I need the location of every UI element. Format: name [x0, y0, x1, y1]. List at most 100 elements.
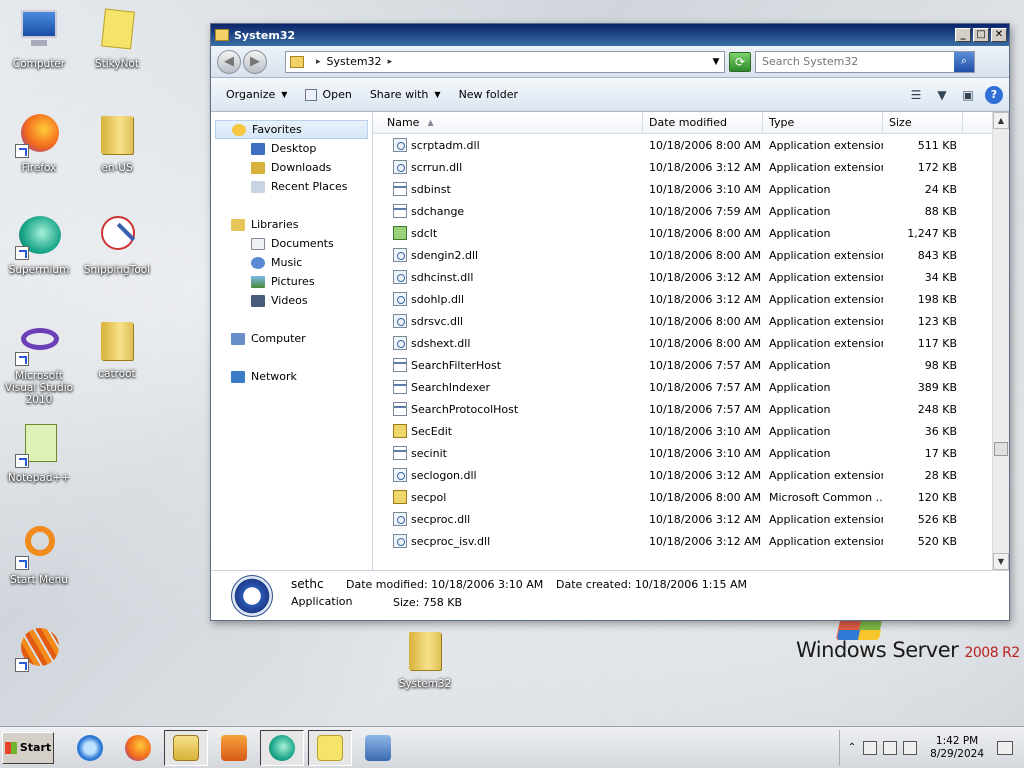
close-button[interactable]: ✕	[991, 28, 1007, 42]
file-row[interactable]: SecEdit 10/18/2006 3:10 AM Application 36 K…	[373, 420, 1009, 442]
share-with-button[interactable]: Share with ▼	[361, 85, 450, 104]
address-bar[interactable]: ▸ System32 ▸ ▼	[285, 50, 725, 73]
desktop-icon-label: Firefox	[21, 162, 57, 174]
preview-pane-icon[interactable]: ▣	[957, 85, 979, 105]
desktop-icon-firefox[interactable]: Firefox	[0, 110, 78, 174]
help-icon[interactable]: ?	[985, 85, 1003, 104]
nav-item-libraries[interactable]: Libraries	[211, 215, 372, 234]
file-row[interactable]: sdchange 10/18/2006 7:59 AM Application 88 …	[373, 200, 1009, 222]
file-row[interactable]: secproc_ssp.dll10/18/2006 3:12 AMApplica…	[373, 552, 1009, 554]
nav-item-desktop[interactable]: Desktop	[211, 139, 372, 158]
desktop-icon-start-menu[interactable]: Start Menu	[0, 522, 78, 586]
file-date: 10/18/2006 3:12 AM	[649, 292, 762, 306]
taskbar-stikynot-button[interactable]	[308, 729, 352, 766]
desktop-icon-app[interactable]	[0, 624, 78, 676]
file-row[interactable]: secproc_isv.dll 10/18/2006 3:12 AM Applica…	[373, 530, 1009, 552]
file-date: 10/18/2006 8:00 AM	[649, 138, 762, 152]
desktop-icon-notepad-plus[interactable]: Notepad++	[0, 420, 78, 484]
file-row[interactable]: sdhcinst.dll 10/18/2006 3:12 AM Applicatio…	[373, 266, 1009, 288]
explorer-window[interactable]: System32 _ □ ✕ ◀ ▶ ▸ System32 ▸ ▼ ⟳ ⌕ Or…	[210, 23, 1010, 621]
taskbar-supermium-button[interactable]	[260, 729, 304, 766]
desktop-icon-en-us[interactable]: en-US	[78, 110, 156, 174]
file-row[interactable]: sdclt 10/18/2006 8:00 AM Application 1,247 …	[373, 222, 1009, 244]
taskbar-explorer-button[interactable]	[164, 729, 208, 766]
desktop-icon-catroot[interactable]: catroot	[78, 316, 156, 380]
nav-item-pictures[interactable]: Pictures	[211, 272, 372, 291]
file-list[interactable]: Name ▲ Date modified Type Size scrptadm.d…	[373, 112, 1009, 570]
column-headers: Name ▲ Date modified Type Size	[373, 112, 1009, 134]
column-header-date[interactable]: Date modified	[643, 112, 763, 133]
file-row[interactable]: sdengin2.dll 10/18/2006 8:00 AM Applicatio…	[373, 244, 1009, 266]
scroll-thumb[interactable]	[994, 442, 1008, 456]
chevron-right-icon[interactable]: ▸	[316, 57, 321, 67]
taskbar-ie-button[interactable]	[68, 730, 112, 766]
file-row[interactable]: sdbinst 10/18/2006 3:10 AM Application 24 K…	[373, 178, 1009, 200]
nav-item-downloads[interactable]: Downloads	[211, 158, 372, 177]
chevron-up-icon[interactable]: ⌃	[848, 742, 856, 753]
chevron-down-icon[interactable]: ▼	[708, 57, 724, 67]
network-icon[interactable]	[883, 740, 898, 755]
file-row[interactable]: scrrun.dll 10/18/2006 3:12 AM Application …	[373, 156, 1009, 178]
start-button[interactable]: Start	[2, 731, 54, 764]
minimize-button[interactable]: _	[955, 28, 971, 42]
desktop-icon-stikynot[interactable]: StikyNot	[78, 6, 156, 70]
forward-button[interactable]: ▶	[243, 49, 267, 74]
scroll-up-button[interactable]: ▲	[993, 112, 1009, 129]
desktop-icon-system32[interactable]: System32	[386, 626, 464, 690]
file-row[interactable]: sdshext.dll 10/18/2006 8:00 AM Application…	[373, 332, 1009, 354]
file-row[interactable]: secpol 10/18/2006 8:00 AM Microsoft Common…	[373, 486, 1009, 508]
file-name: sdrsvc.dll	[411, 314, 464, 328]
show-desktop-button[interactable]	[997, 740, 1013, 755]
file-row[interactable]: SearchIndexer 10/18/2006 7:57 AM Applicati…	[373, 376, 1009, 398]
file-size: 1,247 KB	[907, 226, 957, 240]
nav-item-recent-places[interactable]: Recent Places	[211, 177, 372, 196]
taskbar-server-manager-button[interactable]	[356, 730, 400, 766]
taskbar-firefox-button[interactable]	[116, 730, 160, 766]
folder-icon	[93, 110, 141, 158]
back-button[interactable]: ◀	[217, 49, 241, 74]
maximize-button[interactable]: □	[973, 28, 989, 42]
file-row[interactable]: SearchFilterHost 10/18/2006 7:57 AM Applic…	[373, 354, 1009, 376]
file-row[interactable]: seclogon.dll 10/18/2006 3:12 AM Applicatio…	[373, 464, 1009, 486]
title-bar[interactable]: System32 _ □ ✕	[211, 24, 1009, 46]
open-button[interactable]: Open	[296, 85, 360, 104]
file-row[interactable]: sdohlp.dll 10/18/2006 3:12 AM Application …	[373, 288, 1009, 310]
chevron-down-icon[interactable]: ▼	[931, 85, 953, 105]
scroll-down-button[interactable]: ▼	[993, 553, 1009, 570]
nav-item-computer[interactable]: Computer	[211, 329, 372, 348]
file-row[interactable]: sdrsvc.dll 10/18/2006 8:00 AM Application …	[373, 310, 1009, 332]
search-box[interactable]: ⌕	[755, 50, 975, 73]
file-row[interactable]: secinit 10/18/2006 3:10 AM Application 17 K…	[373, 442, 1009, 464]
file-row[interactable]: SearchProtocolHost 10/18/2006 7:57 AM Appl…	[373, 398, 1009, 420]
file-row[interactable]: secproc.dll 10/18/2006 3:12 AM Application…	[373, 508, 1009, 530]
organize-button[interactable]: Organize ▼	[217, 85, 296, 104]
column-header-size[interactable]: Size	[883, 112, 963, 133]
desktop-icon-visual-studio[interactable]: Microsoft Visual Studio 2010	[0, 318, 78, 406]
volume-muted-icon[interactable]	[903, 740, 918, 755]
clock[interactable]: 1:42 PM 8/29/2024	[930, 735, 984, 761]
clock-time: 1:42 PM	[935, 734, 979, 747]
view-options-icon[interactable]: ☰	[905, 85, 927, 105]
taskbar-media-player-button[interactable]	[212, 730, 256, 766]
chevron-right-icon[interactable]: ▸	[388, 57, 393, 67]
breadcrumb-location[interactable]: System32	[327, 55, 382, 68]
desktop-icon-snippingtool[interactable]: SnippingTool	[78, 212, 156, 276]
search-input[interactable]	[762, 55, 954, 68]
column-header-type[interactable]: Type	[763, 112, 883, 133]
new-folder-button[interactable]: New folder	[450, 85, 527, 104]
vertical-scrollbar[interactable]: ▲ ▼	[992, 112, 1009, 570]
file-row[interactable]: scrptadm.dll 10/18/2006 8:00 AM Applicatio…	[373, 134, 1009, 156]
search-icon[interactable]: ⌕	[954, 51, 974, 72]
desktop-icon-supermium[interactable]: Supermium	[0, 212, 78, 276]
file-name-cell: secpol	[373, 490, 643, 504]
nav-item-network[interactable]: Network	[211, 367, 372, 386]
nav-item-favorites[interactable]: Favorites	[215, 120, 368, 139]
refresh-button[interactable]: ⟳	[729, 51, 751, 72]
firefox-icon	[125, 734, 151, 761]
nav-item-videos[interactable]: Videos	[211, 291, 372, 310]
nav-item-music[interactable]: Music	[211, 253, 372, 272]
nav-item-documents[interactable]: Documents	[211, 234, 372, 253]
desktop-icon-computer[interactable]: Computer	[0, 6, 78, 70]
flag-icon[interactable]	[863, 740, 878, 755]
column-header-name[interactable]: Name ▲	[373, 112, 643, 133]
